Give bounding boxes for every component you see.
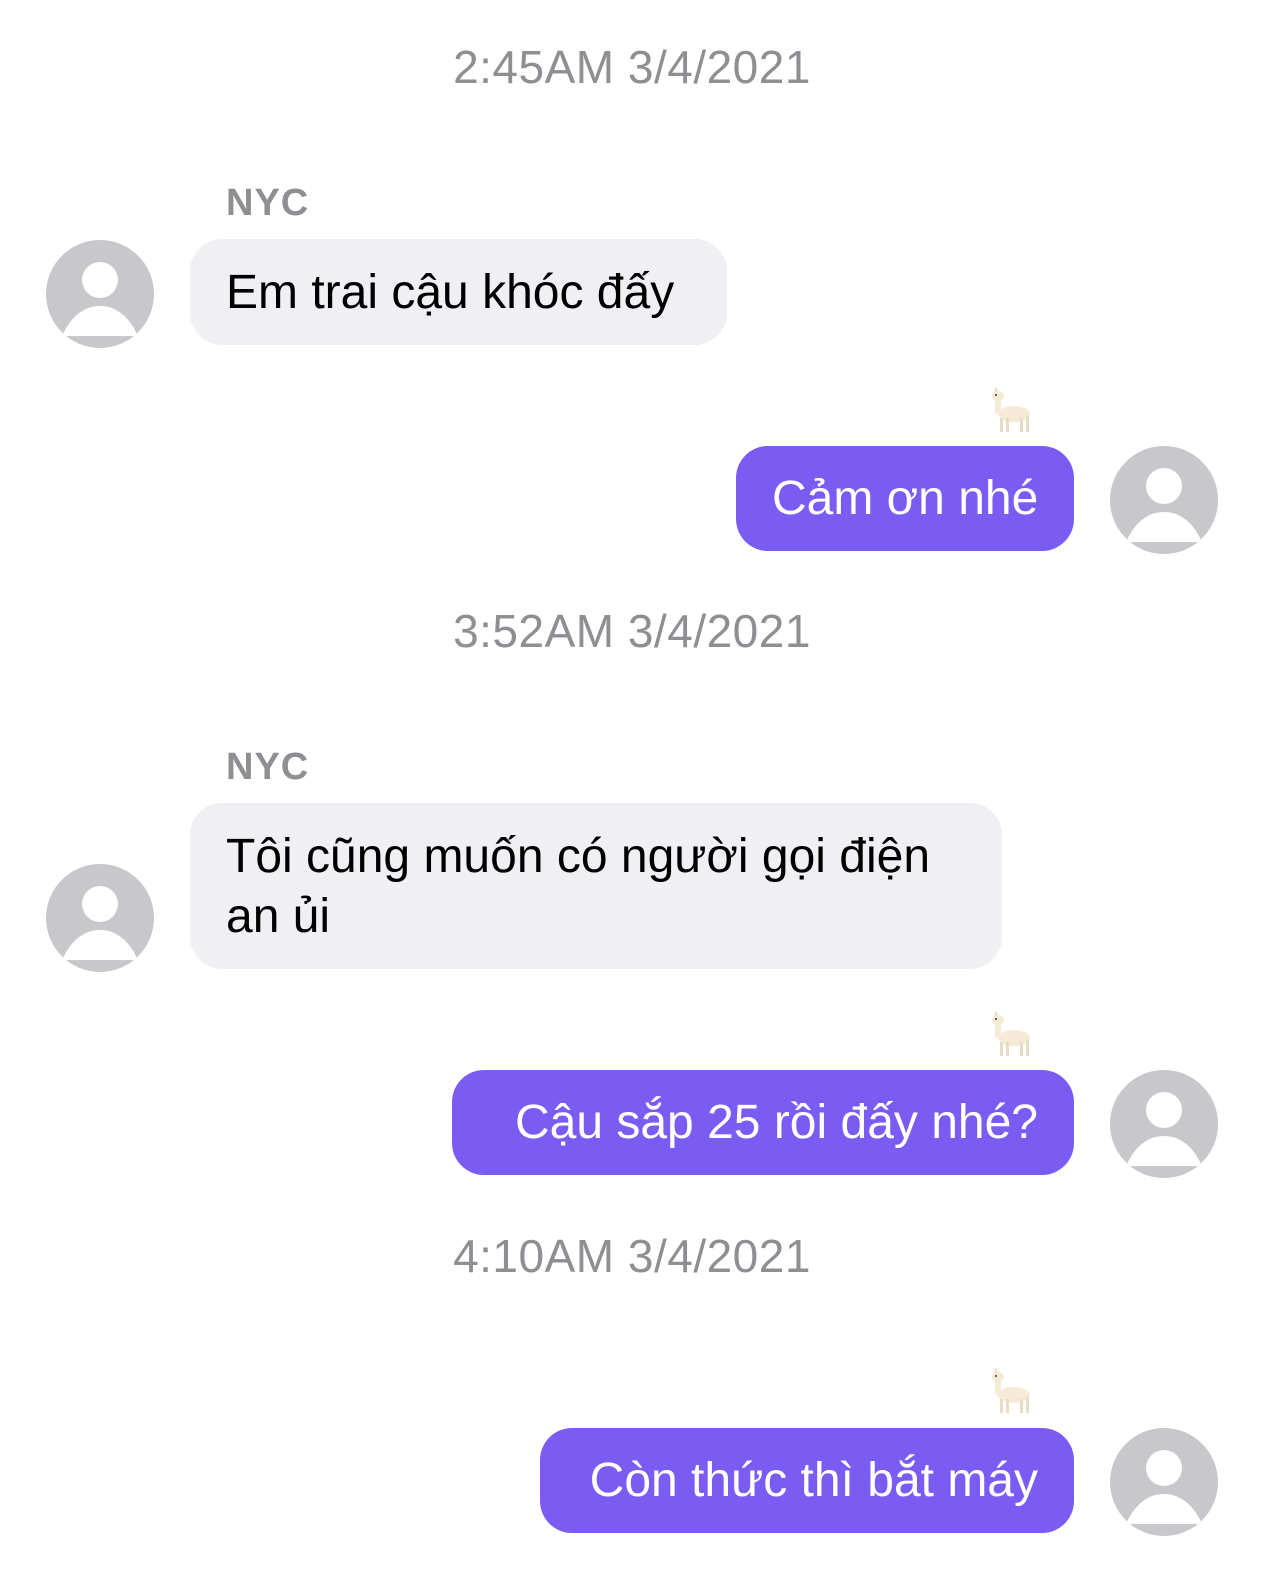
timestamp: 2:45AM 3/4/2021 bbox=[453, 41, 811, 93]
llama-icon bbox=[992, 1010, 1030, 1056]
avatar[interactable] bbox=[46, 864, 154, 972]
user-icon bbox=[62, 886, 138, 960]
message-text: Còn thức thì bắt máy bbox=[589, 1454, 1038, 1507]
llama-icon bbox=[992, 386, 1030, 432]
incoming-message-bubble[interactable]: Em trai cậu khóc đấy bbox=[190, 239, 727, 345]
message-text-line: an ủi bbox=[226, 890, 331, 943]
timestamp: 3:52AM 3/4/2021 bbox=[453, 605, 811, 657]
avatar[interactable] bbox=[1110, 446, 1218, 554]
message-text-line: Tôi cũng muốn có người gọi điện bbox=[226, 830, 931, 883]
llama-icon bbox=[992, 1367, 1030, 1413]
sender-name: NYC bbox=[226, 746, 310, 788]
message-text: Em trai cậu khóc đấy bbox=[226, 266, 675, 319]
sender-name: NYC bbox=[226, 182, 310, 224]
avatar[interactable] bbox=[1110, 1070, 1218, 1178]
llama-reaction-icon[interactable] bbox=[986, 1365, 1034, 1417]
llama-reaction-icon[interactable] bbox=[986, 1008, 1034, 1060]
outgoing-message-bubble[interactable]: Còn thức thì bắt máy bbox=[540, 1428, 1074, 1533]
avatar[interactable] bbox=[46, 240, 154, 348]
avatar[interactable] bbox=[1110, 1428, 1218, 1536]
timestamp: 4:10AM 3/4/2021 bbox=[453, 1230, 811, 1282]
message-text: Cảm ơn nhé bbox=[772, 472, 1039, 525]
llama-reaction-icon[interactable] bbox=[986, 384, 1034, 436]
user-icon bbox=[1126, 1450, 1202, 1524]
user-icon bbox=[62, 262, 138, 336]
incoming-message-bubble[interactable]: Tôi cũng muốn có người gọi điện an ủi bbox=[190, 803, 1002, 969]
outgoing-message-bubble[interactable]: Cảm ơn nhé bbox=[736, 446, 1074, 551]
outgoing-message-bubble[interactable]: Cậu sắp 25 rồi đấy nhé? bbox=[452, 1070, 1074, 1175]
message-text: Cậu sắp 25 rồi đấy nhé? bbox=[514, 1096, 1038, 1149]
user-icon bbox=[1126, 1092, 1202, 1166]
user-icon bbox=[1126, 468, 1202, 542]
